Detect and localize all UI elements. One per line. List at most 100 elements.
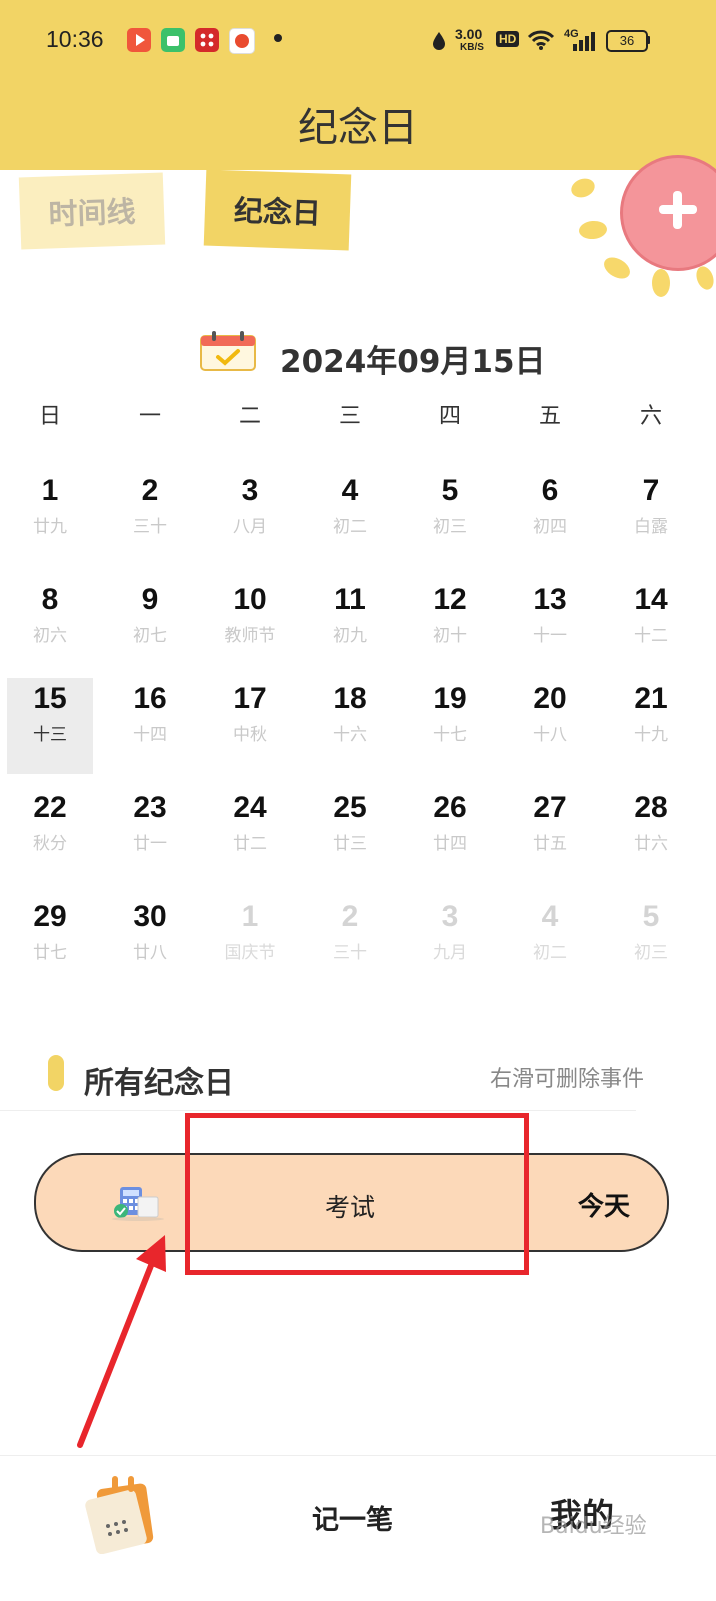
weekday-label: 四 [438,404,461,429]
lunar-date: 初三 [634,943,668,963]
tab-timeline[interactable]: 时间线 [18,172,166,250]
lunar-date: 廿五 [533,834,567,854]
lunar-date: 教师节 [224,626,276,646]
calendar-day[interactable]: 4 初二 [507,896,593,992]
calendar-icon [200,331,256,371]
calendar-day[interactable]: 26 廿四 [407,787,493,883]
highlight-box [185,1113,529,1275]
calendar-day[interactable]: 1 廿九 [7,470,93,566]
lunar-date: 初九 [333,626,367,646]
calendar-day[interactable]: 7 白露 [608,470,694,566]
lunar-date: 十三 [33,725,67,745]
calendar-day[interactable]: 2 三十 [107,470,193,566]
calendar-day[interactable]: 27 廿五 [507,787,593,883]
calendar-home-icon[interactable] [82,1470,162,1554]
day-number: 15 [33,682,67,715]
calendar-day[interactable]: 6 初四 [507,470,593,566]
day-number: 12 [433,583,467,616]
calendar-day[interactable]: 24 廿二 [207,787,293,883]
calendar-day[interactable]: 23 廿一 [107,787,193,883]
calendar-day[interactable]: 2 三十 [307,896,393,992]
network-speed-unit: KB/S [460,42,484,53]
weekday-label: 三 [338,404,361,429]
grid-app-icon [195,28,219,52]
page-title: 纪念日 [298,105,418,151]
calendar-day[interactable]: 20 十八 [507,678,593,774]
lunar-date: 初六 [33,626,67,646]
day-number: 4 [541,900,559,933]
lunar-date: 廿二 [233,834,267,854]
lunar-date: 廿三 [333,834,367,854]
lunar-date: 初二 [533,943,567,963]
calendar-day[interactable]: 19 十七 [407,678,493,774]
lunar-date: 廿九 [33,517,67,537]
calendar-day[interactable]: 1 国庆节 [207,896,293,992]
hd-badge: HD [496,31,520,47]
lunar-date: 初十 [433,626,467,646]
signal-icon [571,30,597,56]
calendar-day[interactable]: 17 中秋 [207,678,293,774]
calendar-day[interactable]: 5 初三 [407,470,493,566]
day-number: 25 [333,791,367,824]
day-number: 24 [233,791,267,824]
watermark: Baidu经验 [540,1514,647,1539]
weekday-label: 五 [538,404,561,429]
lunar-date: 廿八 [133,943,167,963]
lunar-date: 白露 [634,517,668,537]
day-number: 10 [233,583,267,616]
lunar-date: 中秋 [233,725,267,745]
calendar-day[interactable]: 3 九月 [407,896,493,992]
calendar-day[interactable]: 25 廿三 [307,787,393,883]
weekday-label: 六 [639,404,662,429]
calendar-day[interactable]: 10 教师节 [207,579,293,675]
section-marker [48,1055,64,1091]
day-number: 28 [634,791,668,824]
day-number: 26 [433,791,467,824]
calendar-day[interactable]: 12 初十 [407,579,493,675]
day-number: 11 [334,583,366,616]
data-saver-icon [430,30,448,56]
calendar-day[interactable]: 16 十四 [107,678,193,774]
calendar-day[interactable]: 30 廿八 [107,896,193,992]
nav-record[interactable]: 记一笔 [312,1498,393,1537]
calendar-day[interactable]: 3 八月 [207,470,293,566]
tab-anniversary[interactable]: 纪念日 [203,169,352,251]
calendar-day[interactable]: 4 初二 [307,470,393,566]
shop-app-icon [161,28,185,52]
calendar-day[interactable]: 14 十二 [608,579,694,675]
calendar-day[interactable]: 28 廿六 [608,787,694,883]
day-number: 1 [41,474,59,507]
day-number: 19 [433,682,467,715]
day-number: 13 [533,583,567,616]
calendar-day[interactable]: 5 初三 [608,896,694,992]
lunar-date: 廿四 [433,834,467,854]
lunar-date: 初三 [433,517,467,537]
day-number: 1 [241,900,259,933]
day-number: 21 [634,682,668,715]
calendar-day[interactable]: 11 初九 [307,579,393,675]
calendar-day[interactable]: 8 初六 [7,579,93,675]
calendar-day[interactable]: 13 十一 [507,579,593,675]
notification-dot [274,34,282,42]
add-button[interactable] [620,155,716,271]
calendar-day[interactable]: 21 十九 [608,678,694,774]
weekday-header: 日一二三四五六 [0,390,716,434]
calendar-date-label: 2024年09月15日 [280,344,546,380]
calendar-day[interactable]: 22 秋分 [7,787,93,883]
lunar-date: 廿六 [634,834,668,854]
lunar-date: 三十 [333,943,367,963]
day-number: 3 [441,900,459,933]
lunar-date: 十九 [634,725,668,745]
day-number: 20 [533,682,567,715]
calendar-day[interactable]: 9 初七 [107,579,193,675]
lunar-date: 十四 [133,725,167,745]
lunar-date: 十二 [634,626,668,646]
lunar-date: 九月 [433,943,467,963]
calendar-day[interactable]: 18 十六 [307,678,393,774]
lunar-date: 初四 [533,517,567,537]
calendar-day[interactable]: 29 廿七 [7,896,93,992]
day-number: 14 [634,583,668,616]
news-app-icon [229,28,255,54]
lunar-date: 廿一 [133,834,167,854]
calendar-day-today[interactable]: 15 十三 [7,678,93,774]
